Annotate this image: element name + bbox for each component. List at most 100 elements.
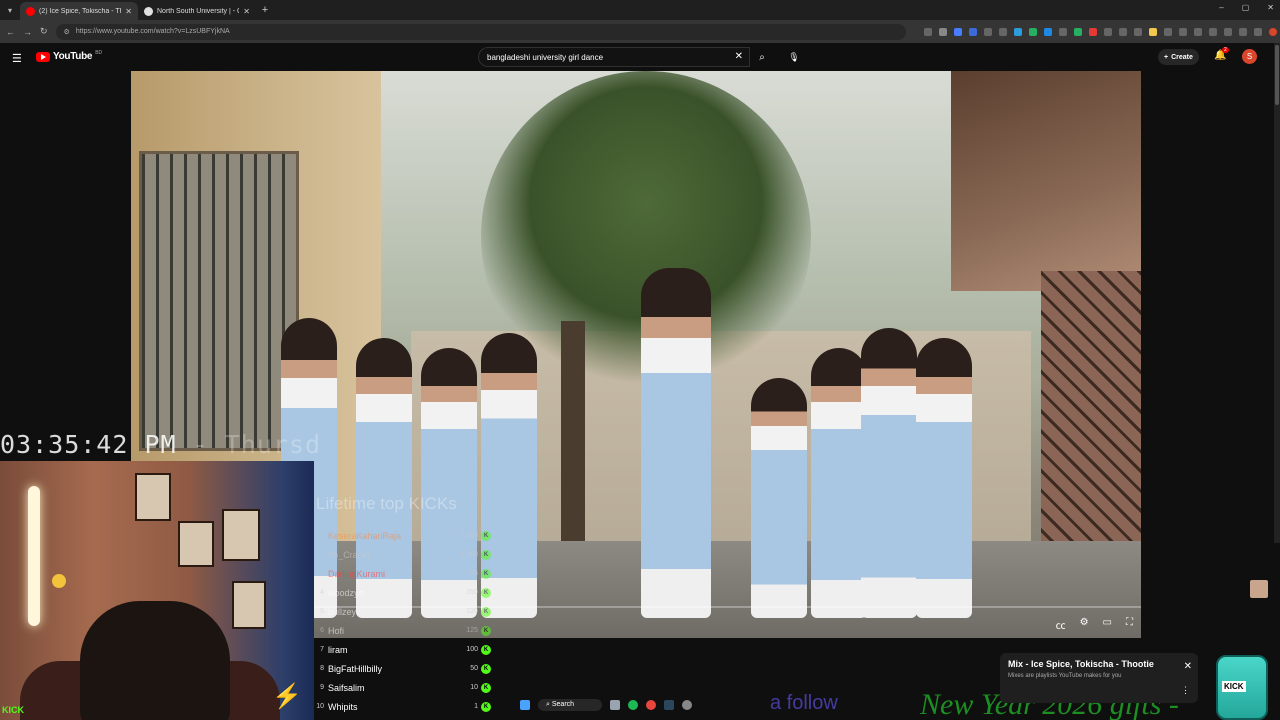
kick-badge-icon: K [481, 587, 491, 598]
clock-day: - Thursd [192, 430, 322, 459]
clear-search-icon[interactable]: ✕ [735, 51, 743, 62]
extension-icon[interactable] [1043, 27, 1052, 36]
extension-icon[interactable] [1178, 27, 1187, 36]
search-input[interactable]: bangladeshi university girl dance ✕ [478, 47, 750, 67]
extension-icon[interactable] [1028, 27, 1037, 36]
tab-youtube[interactable]: (2) Ice Spice, Tokischa - Thootie ✕ [20, 2, 138, 20]
leaderboard-score: 220 [466, 608, 478, 615]
side-thumbnail[interactable] [1250, 580, 1268, 598]
extension-icon[interactable] [1088, 27, 1097, 36]
puzzle-icon[interactable] [1238, 27, 1247, 36]
leaderboard-score: 2,208 [460, 532, 478, 539]
kick-badge-icon: K [481, 644, 491, 655]
tab-search-icon[interactable]: ▾ [0, 0, 20, 20]
leaderboard-name: DarlingKurami [328, 568, 386, 579]
settings-gear-icon[interactable]: ⚙ [1080, 617, 1089, 632]
fullscreen-icon[interactable]: ⛶ [1126, 617, 1133, 632]
extension-icon[interactable] [983, 27, 992, 36]
clock-time: 03:35:42 PM [0, 430, 177, 459]
tab-title: (2) Ice Spice, Tokischa - Thootie [39, 7, 121, 15]
leaderboard-rank: 7 [320, 646, 324, 653]
extension-icon[interactable] [1193, 27, 1202, 36]
extension-icon[interactable] [1118, 27, 1127, 36]
settings-icon[interactable] [682, 700, 693, 710]
new-tab-button[interactable]: + [256, 4, 274, 16]
streamer-webcam [0, 461, 314, 720]
kick-leaderboard: KeseraKahanRaja 2,208 K Yo_Cracky 1,580 K Darl… [312, 526, 492, 720]
create-button[interactable]: + Create [1158, 49, 1199, 65]
plus-icon: + [1164, 53, 1169, 61]
video-tree-trunk [561, 321, 585, 551]
search-icon: ⌕ [759, 51, 765, 63]
mix-title: Mix - Ice Spice, Tokischa - Thootie [1008, 659, 1154, 669]
address-bar[interactable]: ⚙ https://www.youtube.com/watch?v=LzsUBF… [55, 23, 906, 40]
leaderboard-row: DarlingKurami 756 K [312, 564, 492, 583]
kick-badge-icon: K [481, 682, 491, 693]
search-value: bangladeshi university girl dance [487, 52, 604, 62]
minimize-button[interactable]: – [1219, 3, 1223, 12]
close-icon[interactable]: ✕ [1184, 661, 1192, 672]
more-options-icon[interactable]: ⋮ [1181, 685, 1190, 696]
extension-icon[interactable] [998, 27, 1007, 36]
spotify-icon[interactable] [628, 700, 639, 710]
youtube-logo[interactable]: YouTube BD [36, 49, 103, 62]
extension-icon[interactable] [968, 27, 977, 36]
extension-icon[interactable] [1133, 27, 1142, 36]
wall-poster [135, 473, 171, 521]
extension-icon[interactable] [1073, 27, 1082, 36]
extension-icon[interactable] [1103, 27, 1112, 36]
leaderboard-score: 350 [466, 589, 478, 596]
forward-icon[interactable]: → [23, 27, 32, 37]
mix-playlist-card[interactable]: Mix - Ice Spice, Tokischa - Thootie Mixe… [1000, 653, 1198, 703]
extension-icon[interactable] [1058, 27, 1067, 36]
captions-icon[interactable]: ㏄ [1056, 617, 1066, 632]
leaderboard-rank: 9 [320, 684, 324, 691]
scrollbar-thumb[interactable] [1275, 45, 1279, 105]
url-text: https://www.youtube.com/watch?v=LzsUBFYj… [75, 28, 230, 35]
extension-icon[interactable] [1208, 27, 1217, 36]
tab-google[interactable]: North South University | - Goog ✕ [138, 2, 256, 20]
video-dancer [751, 378, 807, 618]
mascot-label: KICK [1222, 681, 1246, 692]
sidebar-icon[interactable] [1253, 27, 1262, 36]
taskbar-search[interactable]: ⌕ Search [538, 699, 603, 711]
extension-icon[interactable] [1163, 27, 1172, 36]
reload-icon[interactable]: ↻ [40, 26, 48, 37]
leaderboard-name: BigFatHillbilly [328, 663, 383, 674]
leaderboard-row: 8 BigFatHillbilly 50 K [312, 659, 492, 678]
kick-badge-icon: K [481, 568, 491, 579]
webcam-light-strip [28, 486, 40, 626]
maximize-button[interactable]: ▢ [1242, 3, 1250, 12]
profile-icon[interactable] [1268, 27, 1277, 36]
extension-icon[interactable] [1148, 27, 1157, 36]
leaderboard-row: 6 Hofi 125 K [312, 621, 492, 640]
youtube-header: ☰ YouTube BD bangladeshi university girl… [0, 43, 1280, 71]
page-scrollbar[interactable] [1274, 43, 1280, 543]
kick-mascot-sticker: KICK [1216, 655, 1268, 720]
close-window-button[interactable]: ✕ [1267, 3, 1274, 12]
bookmark-star-icon[interactable] [938, 27, 947, 36]
create-label: Create [1171, 53, 1193, 61]
back-icon[interactable]: ← [6, 27, 15, 37]
steam-icon[interactable] [664, 700, 675, 710]
theater-mode-icon[interactable]: ▭ [1103, 617, 1112, 632]
leaderboard-name: KeseraKahanRaja [328, 530, 402, 541]
chrome-icon[interactable] [646, 700, 657, 710]
country-code: BD [95, 49, 103, 56]
voice-search-button[interactable]: 🎙 [786, 49, 802, 65]
menu-icon[interactable]: ☰ [12, 52, 22, 65]
leaderboard-score: 100 [466, 646, 478, 653]
cast-icon[interactable] [923, 27, 932, 36]
extension-icon[interactable] [1223, 27, 1232, 36]
windows-start-icon[interactable] [520, 700, 530, 710]
extension-icon[interactable] [1013, 27, 1022, 36]
site-info-icon[interactable]: ⚙ [64, 28, 70, 36]
account-avatar[interactable]: S [1242, 49, 1257, 64]
extension-icon[interactable] [953, 27, 962, 36]
search-button[interactable]: ⌕ [750, 47, 774, 67]
file-explorer-icon[interactable] [610, 700, 621, 710]
leaderboard-row: 9 Saifsalim 10 K [312, 678, 492, 697]
tab-close-icon[interactable]: ✕ [243, 7, 250, 16]
leaderboard-score: 50 [470, 665, 478, 672]
tab-close-icon[interactable]: ✕ [125, 7, 132, 16]
